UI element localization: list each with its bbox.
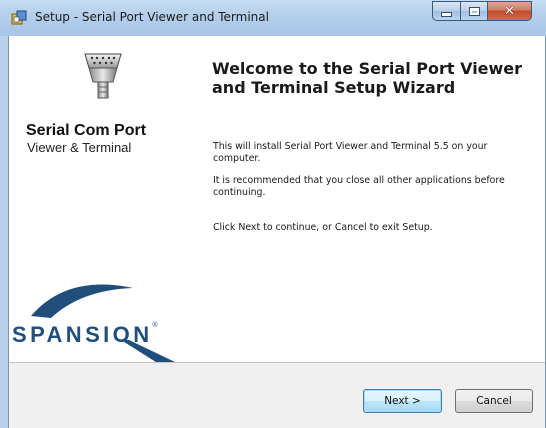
serial-connector-icon [84,53,122,99]
registered-mark: ® [152,322,158,329]
button-bar: Next > Cancel [9,362,546,428]
window-title: Setup - Serial Port Viewer and Terminal [35,10,269,24]
setup-window: Setup - Serial Port Viewer and Terminal … [0,0,546,428]
minimize-icon [442,12,451,16]
wizard-sidebar: Serial Com Port Viewer & Terminal SPANSI… [9,36,195,364]
install-paragraph: This will install Serial Port Viewer and… [213,141,488,164]
welcome-title: Welcome to the Serial Port Viewer and Te… [212,59,523,97]
wizard-client-area: Serial Com Port Viewer & Terminal SPANSI… [8,36,546,428]
maximize-icon [468,6,480,16]
cancel-button[interactable]: Cancel [455,389,533,413]
title-bar[interactable]: Setup - Serial Port Viewer and Terminal … [0,0,546,36]
installer-icon[interactable] [11,9,28,26]
recommendation-paragraph: It is recommended that you close all oth… [213,175,505,198]
product-subtitle: Viewer & Terminal [27,140,132,155]
instruction-paragraph: Click Next to continue, or Cancel to exi… [213,222,433,233]
product-name: Serial Com Port [26,122,147,139]
minimize-button[interactable] [432,1,460,21]
maximize-button[interactable] [460,1,487,21]
close-icon: ✕ [504,3,515,19]
next-button[interactable]: Next > [363,389,442,413]
logo-text: SPANSION [12,322,153,347]
close-button[interactable]: ✕ [487,1,532,21]
logo-wordmark: SPANSION® [12,322,158,348]
wizard-content: Welcome to the Serial Port Viewer and Te… [195,36,546,362]
caption-buttons: ✕ [432,1,532,21]
